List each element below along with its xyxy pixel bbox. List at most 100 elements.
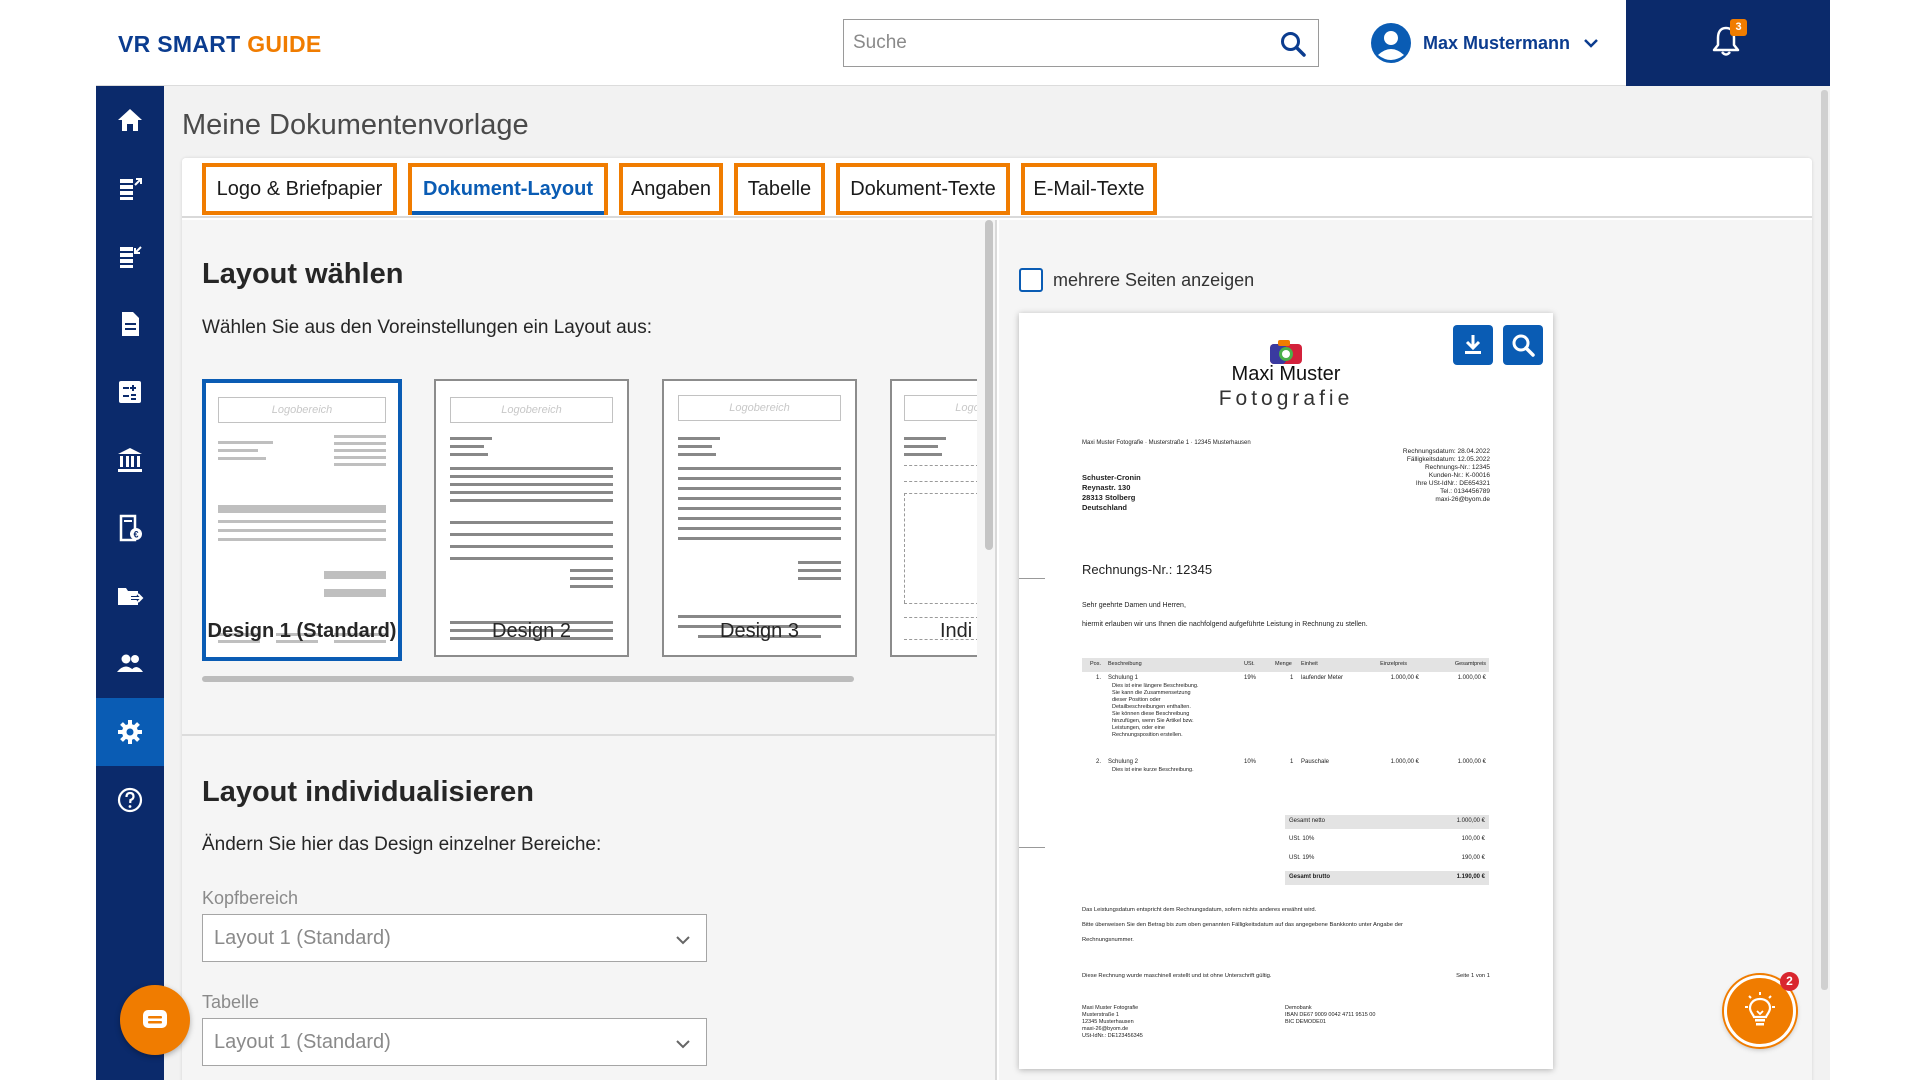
tab-dokument-layout[interactable]: Dokument-Layout: [408, 163, 608, 215]
notifications-area: 3: [1626, 0, 1830, 86]
total-gross-row: Gesamt brutto 1.190,00 €: [1285, 871, 1489, 885]
tab-angaben[interactable]: Angaben: [619, 163, 723, 215]
multi-page-checkbox[interactable]: [1019, 268, 1043, 292]
footer-line: maxi-26@byom.de: [1082, 1026, 1129, 1032]
invoice-preview: Maxi Muster Fotografie Maxi Muster Fotog…: [1019, 313, 1553, 1069]
preview-panel: mehrere Seiten anzeigen Maxi Muster Foto…: [999, 220, 1812, 1080]
tips-badge: 2: [1780, 972, 1799, 991]
search-icon[interactable]: [1279, 30, 1307, 58]
customize-heading: Layout individualisieren: [202, 776, 534, 808]
chat-button[interactable]: [120, 985, 190, 1055]
tab-label: Dokument-Texte: [850, 177, 996, 200]
fold-mark: [1019, 847, 1045, 848]
tab-tabelle[interactable]: Tabelle: [734, 163, 825, 215]
total-value: 190,00 €: [1461, 855, 1485, 861]
zoom-button[interactable]: [1503, 325, 1543, 365]
footer-line: Maxi Muster Fotografie: [1082, 1005, 1139, 1011]
page-number: Seite 1 von 1: [1456, 973, 1490, 979]
sidebar-item-contacts[interactable]: [96, 630, 164, 698]
chevron-down-icon: [676, 936, 690, 945]
tips-button[interactable]: 2: [1724, 972, 1799, 1047]
row-pos: 1.: [1096, 675, 1102, 681]
footer-bank: Demobank IBAN DE67 9009 0042 4711 9515 0…: [1285, 1005, 1375, 1026]
home-icon: [118, 109, 142, 131]
designs-horizontal-scrollbar[interactable]: [202, 676, 854, 682]
row-gesamtpreis: 1.000,00 €: [1457, 759, 1486, 765]
outgoing-documents-icon: [120, 178, 142, 200]
logo-placeholder: Logobereich: [218, 397, 386, 423]
total-vat19-row: USt. 19% 190,00 €: [1285, 853, 1489, 865]
th-ust: USt.: [1244, 661, 1255, 667]
brand-text-guide: GUIDE: [247, 31, 322, 57]
sidebar-item-home[interactable]: [96, 86, 164, 154]
sidebar-item-calculations[interactable]: [96, 358, 164, 426]
tabelle-label: Tabelle: [202, 992, 260, 1012]
detail-line: Dies ist eine kurze Beschreibung.: [1112, 767, 1194, 773]
tab-email-texte[interactable]: E-Mail-Texte: [1021, 163, 1157, 215]
meta-line: Tel.: 0134456789: [1440, 488, 1490, 495]
th-pos: Pos.: [1090, 661, 1102, 667]
app-frame: VR SMART GUIDE Max Mustermann: [96, 0, 1830, 1080]
sidebar-item-documents[interactable]: [96, 290, 164, 358]
design-3-thumbnail[interactable]: Logobereich: [662, 379, 857, 657]
note-line: Das Leistungsdatum entspricht dem Rechnu…: [1082, 907, 1317, 913]
brand-logo[interactable]: VR SMART GUIDE: [118, 31, 322, 58]
design-2-thumbnail[interactable]: Logobereich: [434, 379, 629, 657]
recipient-line: 28313 Stolberg: [1082, 493, 1136, 502]
active-tab-indicator: [412, 211, 604, 215]
footer-line: Musterstraße 1: [1082, 1012, 1119, 1018]
sidebar-item-euro-documents[interactable]: €: [96, 494, 164, 562]
detail-line: dieser Position oder: [1112, 697, 1161, 703]
row-desc: Schulung 2: [1108, 759, 1139, 765]
intro-text: hiermit erlauben wir uns Ihnen die nachf…: [1082, 621, 1368, 628]
row-einheit: laufender Meter: [1301, 675, 1344, 681]
sidebar-item-folder-export[interactable]: [96, 562, 164, 630]
detail-line: Sie können diese Beschreibung: [1112, 711, 1190, 717]
user-menu[interactable]: Max Mustermann: [1371, 23, 1600, 63]
document-icon: [122, 312, 139, 336]
download-button[interactable]: [1453, 325, 1493, 365]
layout-settings-panel: Layout wählen Wählen Sie aus den Voreins…: [182, 220, 997, 1080]
tab-label: Angaben: [630, 177, 712, 200]
sidebar-item-settings[interactable]: [96, 698, 164, 766]
sidebar-item-bank[interactable]: [96, 426, 164, 494]
download-icon: [1465, 335, 1481, 354]
tab-logo-briefpapier[interactable]: Logo & Briefpapier: [202, 163, 397, 215]
kopfbereich-label: Kopfbereich: [202, 888, 299, 908]
customize-description: Ändern Sie hier das Design einzelner Ber…: [202, 834, 602, 855]
page-title: Meine Dokumentenvorlage: [182, 109, 529, 141]
th-menge: Menge: [1275, 661, 1292, 667]
detail-line: Dies ist eine längere Beschreibung.: [1112, 683, 1199, 689]
sidebar-nav: €: [96, 86, 164, 1080]
tab-dokument-texte[interactable]: Dokument-Texte: [836, 163, 1010, 215]
design-4-thumbnail[interactable]: Logobereich: [890, 379, 977, 657]
row-einheit: Pauschale: [1301, 759, 1330, 765]
sidebar-item-help[interactable]: [96, 766, 164, 834]
tab-label: Logo & Briefpapier: [216, 177, 383, 200]
total-value: 100,00 €: [1461, 836, 1485, 842]
row-einzelpreis: 1.000,00 €: [1390, 759, 1419, 765]
total-label: Gesamt brutto: [1289, 874, 1331, 880]
search-input[interactable]: [853, 29, 1253, 57]
sidebar-item-outgoing[interactable]: [96, 154, 164, 222]
sidebar-item-incoming[interactable]: [96, 222, 164, 290]
notification-badge: 3: [1730, 19, 1747, 36]
detail-line: hinzufügen, wenn Sie Artikel bzw.: [1112, 718, 1194, 724]
detail-line: Detailbeschreibungen enthalten.: [1112, 704, 1191, 710]
svg-text:€: €: [133, 530, 138, 540]
detail-line: Sie kann die Zusammensetzung: [1112, 690, 1191, 696]
page-scrollbar[interactable]: [1821, 90, 1828, 990]
total-label: Gesamt netto: [1289, 818, 1326, 824]
design-1-thumbnail[interactable]: Logobereich: [202, 379, 402, 661]
kopfbereich-value: Layout 1 (Standard): [214, 927, 391, 949]
tabelle-select[interactable]: Layout 1 (Standard): [202, 1018, 707, 1066]
left-panel-scrollbar[interactable]: [985, 220, 993, 550]
note-line: Rechnungsnummer.: [1082, 937, 1134, 943]
kopfbereich-select[interactable]: Layout 1 (Standard): [202, 914, 707, 962]
total-vat10-row: USt. 10% 100,00 €: [1285, 834, 1489, 846]
tabelle-value: Layout 1 (Standard): [214, 1031, 391, 1053]
invoice-meta: Rechnungsdatum: 28.04.2022 Fälligkeitsda…: [1403, 448, 1490, 504]
layout-choose-description: Wählen Sie aus den Voreinstellungen ein …: [202, 317, 652, 338]
multi-page-toggle[interactable]: mehrere Seiten anzeigen: [1019, 268, 1254, 292]
design-4-clip: Logobereich: [890, 379, 977, 661]
